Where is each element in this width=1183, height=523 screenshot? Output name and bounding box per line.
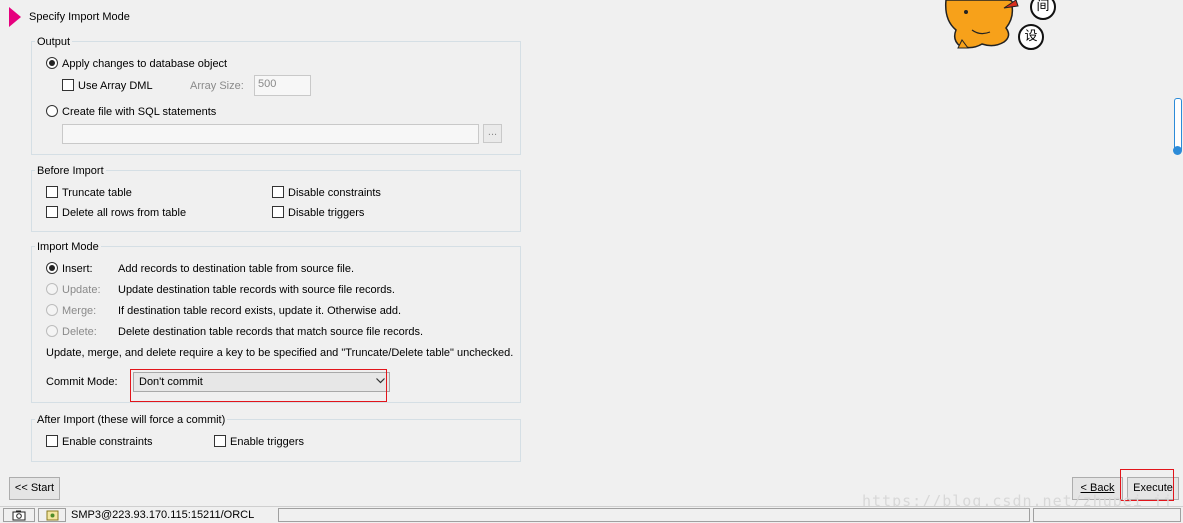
status-message-cell — [278, 508, 1030, 522]
delete-all-rows-label[interactable]: Delete all rows from table — [62, 207, 186, 219]
page-title: Specify Import Mode — [29, 11, 130, 23]
create-file-radio[interactable] — [46, 105, 58, 117]
enable-triggers-checkbox[interactable] — [214, 435, 226, 447]
before-import-legend: Before Import — [35, 165, 106, 177]
enable-constraints-label[interactable]: Enable constraints — [62, 436, 153, 448]
truncate-table-checkbox[interactable] — [46, 186, 58, 198]
insert-mode-radio[interactable] — [46, 262, 58, 274]
camera-icon — [12, 510, 26, 521]
disable-triggers-label[interactable]: Disable triggers — [288, 207, 364, 219]
merge-mode-radio[interactable] — [46, 304, 58, 316]
delete-mode-radio[interactable] — [46, 325, 58, 337]
delete-mode-desc: Delete destination table records that ma… — [118, 326, 424, 338]
apply-changes-radio[interactable] — [46, 57, 58, 69]
status-db-cell[interactable] — [38, 508, 66, 522]
start-button[interactable]: << Start — [9, 477, 60, 500]
merge-mode-desc: If destination table record exists, upda… — [118, 305, 402, 317]
disable-triggers-checkbox[interactable] — [272, 206, 284, 218]
update-mode-desc: Update destination table records with so… — [118, 284, 395, 296]
array-size-label: Array Size: — [190, 80, 244, 92]
file-path-input[interactable] — [62, 124, 479, 144]
after-import-legend: After Import (these will force a commit) — [35, 414, 228, 426]
import-mode-note: Update, merge, and delete require a key … — [46, 347, 514, 359]
insert-mode-label[interactable]: Insert: — [62, 263, 93, 275]
array-size-input[interactable]: 500 — [254, 75, 311, 96]
update-mode-radio[interactable] — [46, 283, 58, 295]
before-import-group — [31, 170, 521, 232]
overlay-char-badge-1: 间 — [1030, 0, 1056, 20]
import-mode-legend: Import Mode — [35, 241, 101, 253]
commit-mode-label: Commit Mode: — [46, 376, 118, 388]
vertical-slider[interactable] — [1173, 98, 1182, 155]
status-extra-cell — [1033, 508, 1181, 522]
status-camera-cell[interactable] — [3, 508, 35, 522]
cartoon-cat-icon — [944, 0, 1019, 49]
insert-mode-desc: Add records to destination table from so… — [118, 263, 355, 275]
apply-changes-label[interactable]: Apply changes to database object — [62, 58, 227, 70]
browse-file-button[interactable]: ... — [483, 124, 502, 143]
create-file-label[interactable]: Create file with SQL statements — [62, 106, 216, 118]
header-arrow-icon — [9, 7, 21, 27]
enable-triggers-label[interactable]: Enable triggers — [230, 436, 304, 448]
merge-mode-label[interactable]: Merge: — [62, 305, 96, 317]
delete-all-rows-checkbox[interactable] — [46, 206, 58, 218]
truncate-table-label[interactable]: Truncate table — [62, 187, 132, 199]
disable-constraints-label[interactable]: Disable constraints — [288, 187, 381, 199]
database-icon — [46, 510, 59, 521]
disable-constraints-checkbox[interactable] — [272, 186, 284, 198]
delete-mode-label[interactable]: Delete: — [62, 326, 97, 338]
commit-mode-highlight — [130, 369, 387, 402]
overlay-char-badge-2: 设 — [1018, 24, 1044, 50]
use-array-dml-checkbox[interactable] — [62, 79, 74, 91]
use-array-dml-label[interactable]: Use Array DML — [78, 80, 153, 92]
connection-status: SMP3@223.93.170.115:15211/ORCL — [71, 509, 255, 521]
enable-constraints-checkbox[interactable] — [46, 435, 58, 447]
output-legend: Output — [35, 36, 73, 48]
update-mode-label[interactable]: Update: — [62, 284, 101, 296]
